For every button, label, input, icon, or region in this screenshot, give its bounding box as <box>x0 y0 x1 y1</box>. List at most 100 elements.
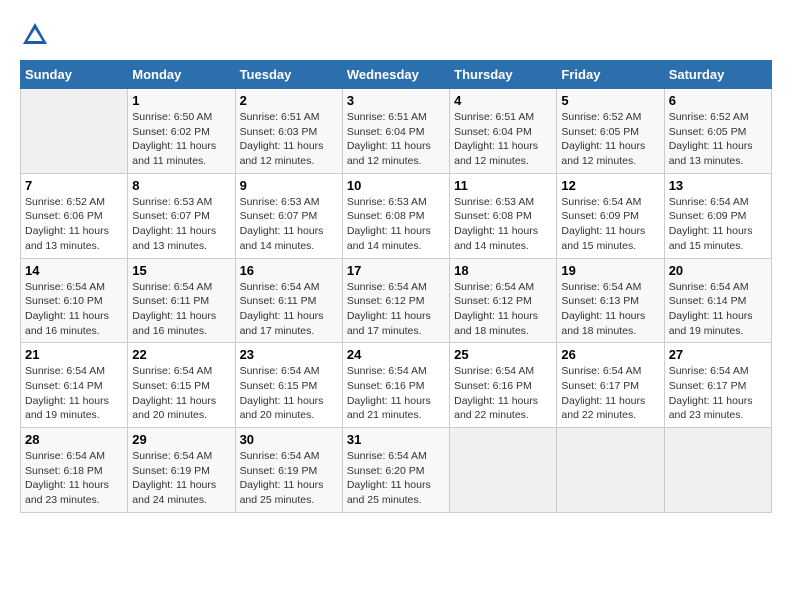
sunrise: Sunrise: 6:54 AM <box>240 450 320 462</box>
day-number: 4 <box>454 93 552 108</box>
calendar-cell: 26 Sunrise: 6:54 AM Sunset: 6:17 PM Dayl… <box>557 343 664 428</box>
daylight: Daylight: 11 hours and 13 minutes. <box>25 225 109 252</box>
day-info: Sunrise: 6:50 AM Sunset: 6:02 PM Dayligh… <box>132 110 230 169</box>
sunset: Sunset: 6:08 PM <box>347 210 425 222</box>
sunset: Sunset: 6:09 PM <box>669 210 747 222</box>
calendar-cell: 2 Sunrise: 6:51 AM Sunset: 6:03 PM Dayli… <box>235 89 342 174</box>
sunrise: Sunrise: 6:51 AM <box>454 111 534 123</box>
sunset: Sunset: 6:15 PM <box>240 380 318 392</box>
daylight: Daylight: 11 hours and 12 minutes. <box>454 140 538 167</box>
weekday-header-tuesday: Tuesday <box>235 61 342 89</box>
daylight: Daylight: 11 hours and 20 minutes. <box>132 395 216 422</box>
day-info: Sunrise: 6:53 AM Sunset: 6:07 PM Dayligh… <box>240 195 338 254</box>
calendar-cell: 28 Sunrise: 6:54 AM Sunset: 6:18 PM Dayl… <box>21 428 128 513</box>
calendar-cell: 30 Sunrise: 6:54 AM Sunset: 6:19 PM Dayl… <box>235 428 342 513</box>
sunrise: Sunrise: 6:52 AM <box>25 196 105 208</box>
sunset: Sunset: 6:04 PM <box>347 126 425 138</box>
weekday-row: SundayMondayTuesdayWednesdayThursdayFrid… <box>21 61 772 89</box>
daylight: Daylight: 11 hours and 22 minutes. <box>561 395 645 422</box>
calendar-body: 1 Sunrise: 6:50 AM Sunset: 6:02 PM Dayli… <box>21 89 772 513</box>
day-info: Sunrise: 6:54 AM Sunset: 6:19 PM Dayligh… <box>240 449 338 508</box>
daylight: Daylight: 11 hours and 20 minutes. <box>240 395 324 422</box>
day-number: 6 <box>669 93 767 108</box>
sunrise: Sunrise: 6:54 AM <box>669 281 749 293</box>
weekday-header-monday: Monday <box>128 61 235 89</box>
sunrise: Sunrise: 6:54 AM <box>561 196 641 208</box>
week-row-4: 28 Sunrise: 6:54 AM Sunset: 6:18 PM Dayl… <box>21 428 772 513</box>
daylight: Daylight: 11 hours and 18 minutes. <box>454 310 538 337</box>
sunset: Sunset: 6:18 PM <box>25 465 103 477</box>
day-info: Sunrise: 6:54 AM Sunset: 6:11 PM Dayligh… <box>240 280 338 339</box>
sunset: Sunset: 6:14 PM <box>25 380 103 392</box>
daylight: Daylight: 11 hours and 14 minutes. <box>454 225 538 252</box>
calendar-cell <box>21 89 128 174</box>
day-number: 21 <box>25 347 123 362</box>
day-info: Sunrise: 6:53 AM Sunset: 6:07 PM Dayligh… <box>132 195 230 254</box>
sunrise: Sunrise: 6:54 AM <box>561 281 641 293</box>
weekday-header-thursday: Thursday <box>450 61 557 89</box>
calendar-cell: 11 Sunrise: 6:53 AM Sunset: 6:08 PM Dayl… <box>450 173 557 258</box>
weekday-header-saturday: Saturday <box>664 61 771 89</box>
day-number: 9 <box>240 178 338 193</box>
daylight: Daylight: 11 hours and 18 minutes. <box>561 310 645 337</box>
calendar-cell: 20 Sunrise: 6:54 AM Sunset: 6:14 PM Dayl… <box>664 258 771 343</box>
day-number: 5 <box>561 93 659 108</box>
calendar-cell: 29 Sunrise: 6:54 AM Sunset: 6:19 PM Dayl… <box>128 428 235 513</box>
sunset: Sunset: 6:10 PM <box>25 295 103 307</box>
week-row-0: 1 Sunrise: 6:50 AM Sunset: 6:02 PM Dayli… <box>21 89 772 174</box>
sunrise: Sunrise: 6:53 AM <box>240 196 320 208</box>
sunrise: Sunrise: 6:52 AM <box>669 111 749 123</box>
day-info: Sunrise: 6:52 AM Sunset: 6:05 PM Dayligh… <box>561 110 659 169</box>
daylight: Daylight: 11 hours and 15 minutes. <box>561 225 645 252</box>
page-header <box>20 20 772 50</box>
calendar-cell: 13 Sunrise: 6:54 AM Sunset: 6:09 PM Dayl… <box>664 173 771 258</box>
day-number: 7 <box>25 178 123 193</box>
daylight: Daylight: 11 hours and 17 minutes. <box>347 310 431 337</box>
daylight: Daylight: 11 hours and 25 minutes. <box>240 479 324 506</box>
day-number: 28 <box>25 432 123 447</box>
sunrise: Sunrise: 6:54 AM <box>347 281 427 293</box>
sunset: Sunset: 6:17 PM <box>561 380 639 392</box>
day-info: Sunrise: 6:51 AM Sunset: 6:04 PM Dayligh… <box>454 110 552 169</box>
sunset: Sunset: 6:19 PM <box>132 465 210 477</box>
day-number: 29 <box>132 432 230 447</box>
sunset: Sunset: 6:02 PM <box>132 126 210 138</box>
sunset: Sunset: 6:05 PM <box>561 126 639 138</box>
sunset: Sunset: 6:16 PM <box>454 380 532 392</box>
sunrise: Sunrise: 6:54 AM <box>240 365 320 377</box>
day-info: Sunrise: 6:54 AM Sunset: 6:15 PM Dayligh… <box>132 364 230 423</box>
day-number: 3 <box>347 93 445 108</box>
sunset: Sunset: 6:20 PM <box>347 465 425 477</box>
day-number: 15 <box>132 263 230 278</box>
day-number: 18 <box>454 263 552 278</box>
daylight: Daylight: 11 hours and 22 minutes. <box>454 395 538 422</box>
day-info: Sunrise: 6:53 AM Sunset: 6:08 PM Dayligh… <box>454 195 552 254</box>
day-number: 2 <box>240 93 338 108</box>
sunrise: Sunrise: 6:54 AM <box>132 450 212 462</box>
sunset: Sunset: 6:07 PM <box>132 210 210 222</box>
sunset: Sunset: 6:12 PM <box>454 295 532 307</box>
sunset: Sunset: 6:16 PM <box>347 380 425 392</box>
calendar-cell: 25 Sunrise: 6:54 AM Sunset: 6:16 PM Dayl… <box>450 343 557 428</box>
sunset: Sunset: 6:17 PM <box>669 380 747 392</box>
daylight: Daylight: 11 hours and 19 minutes. <box>25 395 109 422</box>
day-number: 24 <box>347 347 445 362</box>
calendar-cell: 18 Sunrise: 6:54 AM Sunset: 6:12 PM Dayl… <box>450 258 557 343</box>
daylight: Daylight: 11 hours and 24 minutes. <box>132 479 216 506</box>
calendar-cell: 9 Sunrise: 6:53 AM Sunset: 6:07 PM Dayli… <box>235 173 342 258</box>
day-number: 30 <box>240 432 338 447</box>
day-number: 25 <box>454 347 552 362</box>
sunset: Sunset: 6:04 PM <box>454 126 532 138</box>
day-info: Sunrise: 6:54 AM Sunset: 6:18 PM Dayligh… <box>25 449 123 508</box>
day-info: Sunrise: 6:51 AM Sunset: 6:04 PM Dayligh… <box>347 110 445 169</box>
day-info: Sunrise: 6:53 AM Sunset: 6:08 PM Dayligh… <box>347 195 445 254</box>
day-info: Sunrise: 6:54 AM Sunset: 6:09 PM Dayligh… <box>669 195 767 254</box>
day-info: Sunrise: 6:54 AM Sunset: 6:12 PM Dayligh… <box>454 280 552 339</box>
day-number: 26 <box>561 347 659 362</box>
calendar-cell <box>664 428 771 513</box>
calendar-cell: 14 Sunrise: 6:54 AM Sunset: 6:10 PM Dayl… <box>21 258 128 343</box>
day-number: 11 <box>454 178 552 193</box>
sunset: Sunset: 6:19 PM <box>240 465 318 477</box>
calendar-cell: 27 Sunrise: 6:54 AM Sunset: 6:17 PM Dayl… <box>664 343 771 428</box>
sunrise: Sunrise: 6:54 AM <box>454 365 534 377</box>
